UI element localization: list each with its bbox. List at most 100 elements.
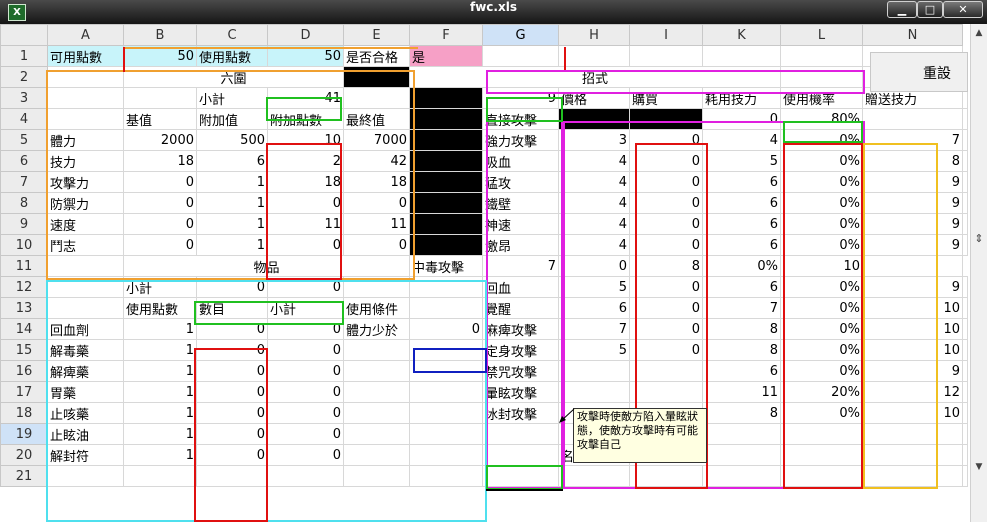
row-header[interactable]: 14 (0, 318, 48, 340)
item-count[interactable]: 0 (196, 444, 268, 466)
items-subtotal-count[interactable]: 0 (196, 276, 268, 298)
skill-price[interactable] (558, 360, 630, 382)
row-header[interactable]: 13 (0, 297, 48, 319)
stat-final[interactable]: 0 (343, 192, 410, 214)
cell[interactable] (962, 402, 968, 424)
stat-final[interactable]: 42 (343, 150, 410, 172)
cell[interactable] (780, 45, 863, 67)
black-fill-cell[interactable] (409, 108, 483, 130)
cell[interactable] (343, 339, 410, 361)
item-points[interactable]: 1 (123, 423, 197, 445)
skill-cost[interactable]: 8 (702, 339, 781, 361)
cell[interactable] (862, 108, 963, 130)
skill-cost[interactable]: 8 (702, 402, 781, 424)
row-header[interactable]: 9 (0, 213, 48, 235)
stat-bonus[interactable]: 1 (196, 171, 268, 193)
row-header[interactable]: 1 (0, 45, 48, 67)
item-points[interactable]: 1 (123, 318, 197, 340)
column-header[interactable]: C (196, 24, 268, 46)
cell[interactable] (962, 381, 968, 403)
skill-rate[interactable]: 0% (780, 192, 863, 214)
stat-points[interactable]: 0 (267, 234, 344, 256)
cell[interactable] (47, 255, 124, 277)
active-cell[interactable] (482, 423, 559, 445)
row-header[interactable]: 12 (0, 276, 48, 298)
col-rate-header[interactable]: 使用機率 (780, 87, 863, 109)
row-header-selected[interactable]: 19 (0, 423, 48, 445)
col-count-header[interactable]: 數目 (196, 297, 268, 319)
scroll-up-icon[interactable]: ▲ (973, 26, 985, 40)
item-count[interactable]: 0 (196, 381, 268, 403)
item-count[interactable]: 0 (196, 402, 268, 424)
cell[interactable] (343, 423, 410, 445)
cell[interactable] (343, 360, 410, 382)
cell[interactable] (962, 360, 968, 382)
skill-name[interactable]: 中毒攻擊 (409, 255, 483, 277)
item-points[interactable]: 1 (123, 381, 197, 403)
cell[interactable] (962, 234, 968, 256)
black-fill-cell[interactable] (629, 108, 703, 130)
skill-buy[interactable]: 0 (629, 213, 703, 235)
skill-price[interactable]: 4 (558, 192, 630, 214)
cell[interactable] (47, 87, 124, 109)
skill-rate[interactable]: 0% (780, 150, 863, 172)
col-final-header[interactable]: 最終值 (343, 108, 410, 130)
stat-bonus[interactable]: 1 (196, 234, 268, 256)
skill-rate[interactable]: 0% (780, 360, 863, 382)
skill-name[interactable]: 強力攻擊 (482, 129, 559, 151)
skill-name[interactable]: 覺醒 (482, 297, 559, 319)
row-header[interactable]: 20 (0, 444, 48, 466)
skill-price[interactable]: 4 (558, 171, 630, 193)
item-name[interactable]: 止眩油 (47, 423, 124, 445)
items-section-title[interactable]: 物品 (123, 255, 410, 277)
item-subtotal[interactable]: 0 (267, 402, 344, 424)
cell[interactable] (343, 381, 410, 403)
cell[interactable] (862, 444, 963, 466)
skill-rate[interactable]: 0% (780, 402, 863, 424)
skill-name[interactable]: 禁咒攻擊 (482, 360, 559, 382)
skill-name[interactable]: 神速 (482, 213, 559, 235)
cell[interactable] (409, 297, 483, 319)
skill-name[interactable]: 冰封攻擊 (482, 402, 559, 424)
cell[interactable] (702, 423, 781, 445)
col-use-points-header[interactable]: 使用點數 (123, 297, 197, 319)
black-fill-cell[interactable] (409, 234, 483, 256)
skill-cost[interactable]: 6 (702, 213, 781, 235)
skill-rate[interactable]: 0% (780, 339, 863, 361)
skill-name[interactable]: 鐵壁 (482, 192, 559, 214)
stat-points[interactable]: 11 (267, 213, 344, 235)
reset-button[interactable]: 重設 (870, 52, 968, 92)
used-points-value[interactable]: 50 (267, 45, 344, 67)
skill-cost[interactable]: 6 (702, 171, 781, 193)
item-name[interactable]: 胃藥 (47, 381, 124, 403)
skill-buy[interactable]: 0 (629, 234, 703, 256)
row-header[interactable]: 4 (0, 108, 48, 130)
cell[interactable] (409, 423, 483, 445)
cell[interactable] (558, 465, 630, 487)
skill-name[interactable]: 激昂 (482, 234, 559, 256)
stat-name[interactable]: 速度 (47, 213, 124, 235)
item-name[interactable]: 止咳藥 (47, 402, 124, 424)
skill-gift[interactable]: 9 (862, 360, 963, 382)
skill-name[interactable]: 麻痺攻擊 (482, 318, 559, 340)
column-header[interactable]: N (862, 24, 963, 46)
row-header[interactable]: 5 (0, 129, 48, 151)
black-fill-cell[interactable] (409, 213, 483, 235)
skill-price[interactable]: 5 (558, 276, 630, 298)
skill-name[interactable]: 暈眩攻擊 (482, 381, 559, 403)
row-header[interactable]: 21 (0, 465, 48, 487)
minimize-button[interactable]: ▁ (887, 1, 917, 18)
skill-gift[interactable]: 9 (862, 192, 963, 214)
skill-rate[interactable]: 0% (780, 297, 863, 319)
skill-cost[interactable]: 5 (702, 150, 781, 172)
stat-bonus[interactable]: 6 (196, 150, 268, 172)
qualified-label[interactable]: 是否合格 (343, 45, 410, 67)
close-button[interactable]: ✕ (943, 1, 983, 18)
stat-name[interactable]: 技力 (47, 150, 124, 172)
stat-final[interactable]: 7000 (343, 129, 410, 151)
qualified-value[interactable]: 是 (409, 45, 483, 67)
skill-buy[interactable]: 0 (629, 339, 703, 361)
skill-gift[interactable]: 10 (780, 255, 863, 277)
skill-cost[interactable]: 4 (702, 129, 781, 151)
stat-bonus[interactable]: 500 (196, 129, 268, 151)
